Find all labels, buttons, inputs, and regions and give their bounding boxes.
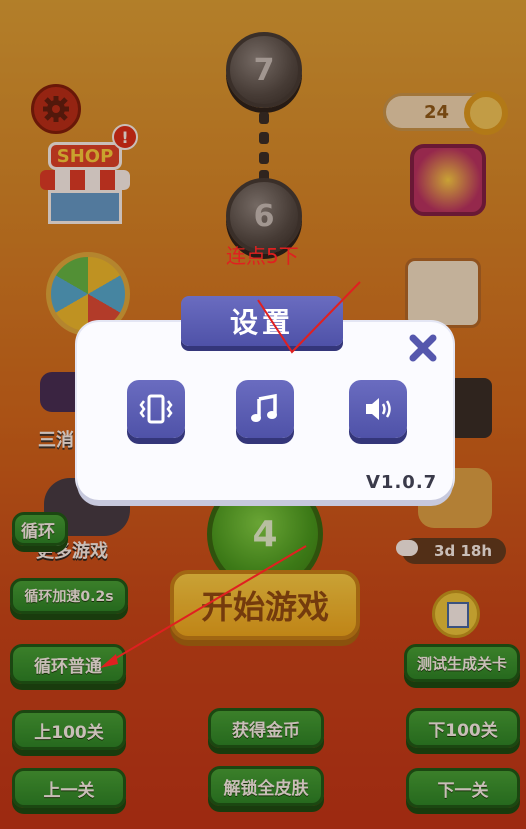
annotation-text: 连点5下: [226, 244, 299, 268]
music-toggle[interactable]: [236, 380, 294, 438]
settings-title[interactable]: 设置: [181, 296, 343, 346]
music-icon: [251, 393, 277, 422]
vibration-toggle[interactable]: [127, 380, 185, 438]
close-icon: [409, 334, 437, 362]
version-label: V1.0.7: [366, 472, 438, 493]
sound-icon: [366, 398, 391, 420]
vibration-icon: [139, 394, 173, 424]
sound-toggle[interactable]: [349, 380, 407, 438]
close-button[interactable]: [405, 330, 441, 366]
